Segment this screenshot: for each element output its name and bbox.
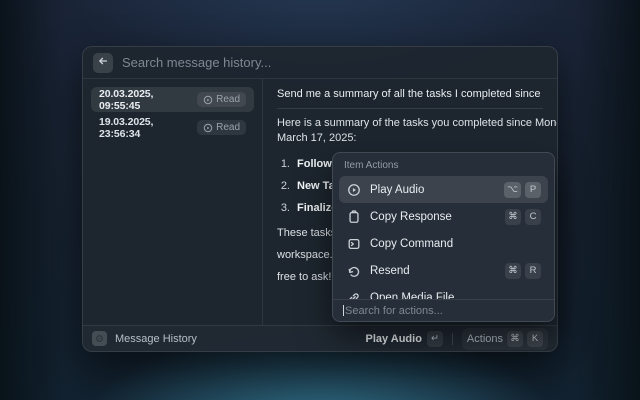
menu-item-label: Resend — [370, 265, 496, 277]
menu-item-shortcut: ⌥ P — [504, 182, 541, 198]
task-number: 3. — [277, 202, 290, 214]
extension-icon — [92, 331, 107, 346]
actions-label: Actions — [467, 333, 503, 345]
command-key: ⌘ — [505, 263, 521, 279]
k-key: K — [527, 331, 543, 347]
action-menu-title: Item Actions — [333, 153, 554, 174]
answer-line: March 17, 2025: — [277, 131, 543, 146]
option-key: ⌥ — [504, 182, 521, 198]
action-menu: Item Actions Play Audio ⌥ P Copy Respons… — [332, 152, 555, 322]
redo-icon — [346, 263, 361, 278]
menu-item-label: Play Audio — [370, 184, 495, 196]
clipboard-icon — [346, 209, 361, 224]
answer-line: Here is a summary of the tasks you compl… — [277, 116, 543, 131]
task-number: 1. — [277, 158, 290, 170]
menu-item-play-audio[interactable]: Play Audio ⌥ P — [339, 176, 548, 203]
action-search-input[interactable] — [345, 305, 544, 317]
footer-separator — [452, 333, 453, 345]
play-circle-icon — [203, 123, 213, 133]
task-number: 2. — [277, 180, 290, 192]
footer-actions: Play Audio ↵ Actions ⌘ K — [365, 328, 548, 350]
menu-item-label: Copy Response — [370, 211, 496, 223]
action-search-bar — [333, 299, 554, 321]
user-message: Send me a summary of all the tasks I com… — [277, 88, 543, 100]
menu-item-label: Open Media File — [370, 292, 532, 300]
read-badge-label: Read — [216, 122, 240, 133]
action-menu-list: Play Audio ⌥ P Copy Response ⌘ C — [333, 174, 554, 299]
command-key: ⌘ — [507, 331, 523, 347]
play-circle-icon — [203, 95, 213, 105]
text-caret — [343, 305, 344, 316]
menu-item-open-media-file[interactable]: Open Media File — [339, 284, 548, 299]
search-bar — [83, 47, 557, 79]
menu-item-shortcut: ⌘ C — [505, 209, 541, 225]
message-date: 19.03.2025, 23:56:34 — [99, 116, 197, 140]
link-icon — [346, 290, 361, 299]
footer-bar: Message History Play Audio ↵ Actions ⌘ K — [83, 325, 557, 351]
read-badge: Read — [197, 92, 246, 107]
menu-item-resend[interactable]: Resend ⌘ R — [339, 257, 548, 284]
back-button[interactable] — [93, 53, 113, 73]
r-key: R — [525, 263, 541, 279]
arrow-left-icon — [97, 55, 109, 70]
list-item[interactable]: 20.03.2025, 09:55:45 Read — [91, 87, 254, 112]
message-list: 20.03.2025, 09:55:45 Read 19.03.2025, 23… — [83, 79, 263, 325]
actions-button[interactable]: Actions ⌘ K — [462, 328, 548, 350]
terminal-icon — [346, 236, 361, 251]
c-key: C — [525, 209, 541, 225]
read-badge: Read — [197, 120, 246, 135]
detail-divider — [277, 108, 543, 109]
play-circle-icon — [346, 182, 361, 197]
return-key: ↵ — [427, 331, 443, 347]
menu-item-shortcut: ⌘ R — [505, 263, 541, 279]
footer-app-label: Message History — [115, 333, 197, 345]
menu-item-label: Copy Command — [370, 238, 532, 250]
read-badge-label: Read — [216, 94, 240, 105]
command-key: ⌘ — [505, 209, 521, 225]
list-item[interactable]: 19.03.2025, 23:56:34 Read — [91, 115, 254, 140]
primary-action-label[interactable]: Play Audio — [365, 333, 421, 345]
search-input[interactable] — [122, 55, 547, 70]
menu-item-copy-command[interactable]: Copy Command — [339, 230, 548, 257]
menu-item-copy-response[interactable]: Copy Response ⌘ C — [339, 203, 548, 230]
p-key: P — [525, 182, 541, 198]
message-date: 20.03.2025, 09:55:45 — [99, 88, 197, 112]
